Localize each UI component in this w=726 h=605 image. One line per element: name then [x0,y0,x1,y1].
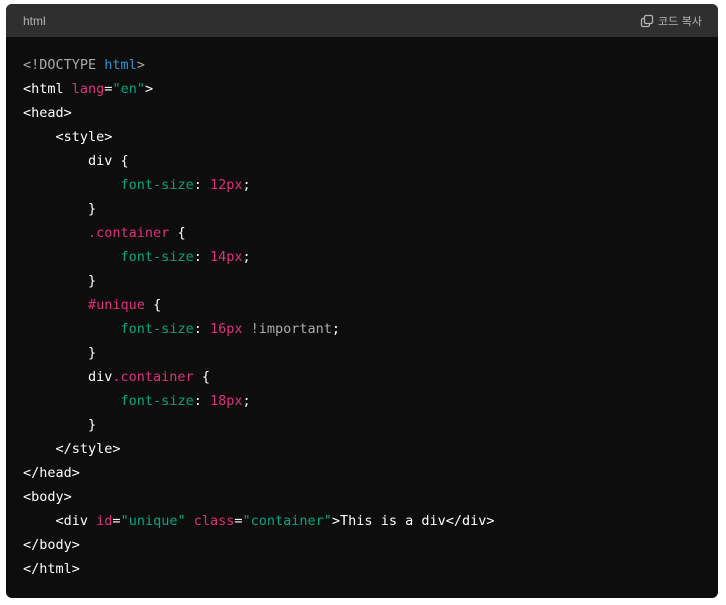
code-token: <div [23,513,97,529]
code-line: font-size: 16px !important; [23,317,718,341]
code-line: div { [23,149,718,173]
copy-code-button[interactable]: 코드 복사 [640,13,702,29]
code-token: ; [242,393,251,409]
code-block-header: html 코드 복사 [6,4,718,37]
code-token: > [136,57,145,73]
code-line: font-size: 12px; [23,173,718,197]
code-line: </head> [23,461,718,485]
code-token: : [193,177,210,193]
code-token: <body> [23,489,72,505]
code-line: #unique { [23,293,718,317]
code-token: ; [242,249,251,265]
code-block: html 코드 복사 <!DOCTYPE html> <html lang="en… [6,4,718,598]
code-token: > [144,81,154,97]
code-token: "unique" [120,513,186,529]
code-line: </style> [23,437,718,461]
code-token: ; [331,321,341,337]
code-token: = [234,513,243,529]
code-token: html [104,57,137,73]
code-token: } [23,273,97,289]
code-token: } [23,201,97,217]
code-token: lang [71,81,105,97]
code-line: } [23,269,718,293]
copy-code-label: 코드 복사 [658,14,702,28]
code-token: 12px [209,177,243,193]
code-line: <style> [23,125,718,149]
code-line: <body> [23,485,718,509]
code-line: </html> [23,557,718,581]
code-token: <html [23,81,72,97]
code-token: </head> [23,465,80,481]
code-token: : [193,321,210,337]
code-token: .container [112,369,194,385]
code-token: } [23,345,97,361]
code-token: <style> [23,129,113,145]
code-token: >This is a div</div> [331,513,495,529]
code-token: <!DOCTYPE [23,57,105,73]
code-line: font-size: 18px; [23,389,718,413]
code-token: : [193,249,210,265]
code-token: } [23,417,97,433]
code-line: <html lang="en"> [23,77,718,101]
code-token: font-size [120,249,194,265]
code-line: div.container { [23,365,718,389]
code-token: "en" [112,81,145,97]
code-token: { [144,297,162,313]
code-token: !important [242,321,332,337]
code-token: font-size [120,393,194,409]
code-line: </body> [23,533,718,557]
code-token: </style> [23,441,121,457]
code-content[interactable]: <!DOCTYPE html> <html lang="en"> <head> <s… [6,37,718,581]
code-line: <head> [23,101,718,125]
code-line: font-size: 14px; [23,245,718,269]
code-token: div [23,369,113,385]
code-token: <head> [23,105,72,121]
copy-icon [640,14,654,28]
code-line: } [23,197,718,221]
code-token: = [112,513,121,529]
code-token: 14px [209,249,243,265]
code-token: font-size [120,321,194,337]
code-line: <div id="unique" class="container">This … [23,509,718,533]
code-token: div { [23,153,129,169]
code-token: 16px [209,321,243,337]
code-token: "container" [242,513,332,529]
code-token: { [193,369,210,385]
code-token: : [193,393,210,409]
code-language-label: html [23,13,46,28]
code-token: id [96,513,113,529]
code-token: .container [88,225,170,241]
code-token: </html> [23,561,80,577]
code-line: } [23,341,718,365]
code-token: class [193,513,235,529]
code-token: </body> [23,537,80,553]
code-line: <!DOCTYPE html> [23,53,718,77]
code-token: font-size [120,177,194,193]
code-line: } [23,413,718,437]
code-token: #unique [88,297,145,313]
code-line: .container { [23,221,718,245]
code-token: 18px [209,393,243,409]
code-token: { [169,225,186,241]
code-token: ; [242,177,251,193]
